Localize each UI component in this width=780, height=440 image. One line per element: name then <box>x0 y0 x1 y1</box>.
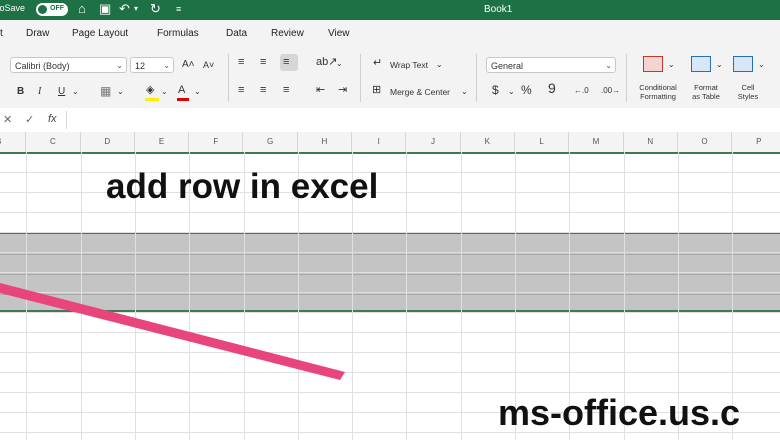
arrow-shape <box>0 283 345 380</box>
pointer-arrow <box>0 283 345 380</box>
overlay-title: add row in excel <box>106 167 379 206</box>
overlay-site: ms-office.us.c <box>498 392 741 433</box>
